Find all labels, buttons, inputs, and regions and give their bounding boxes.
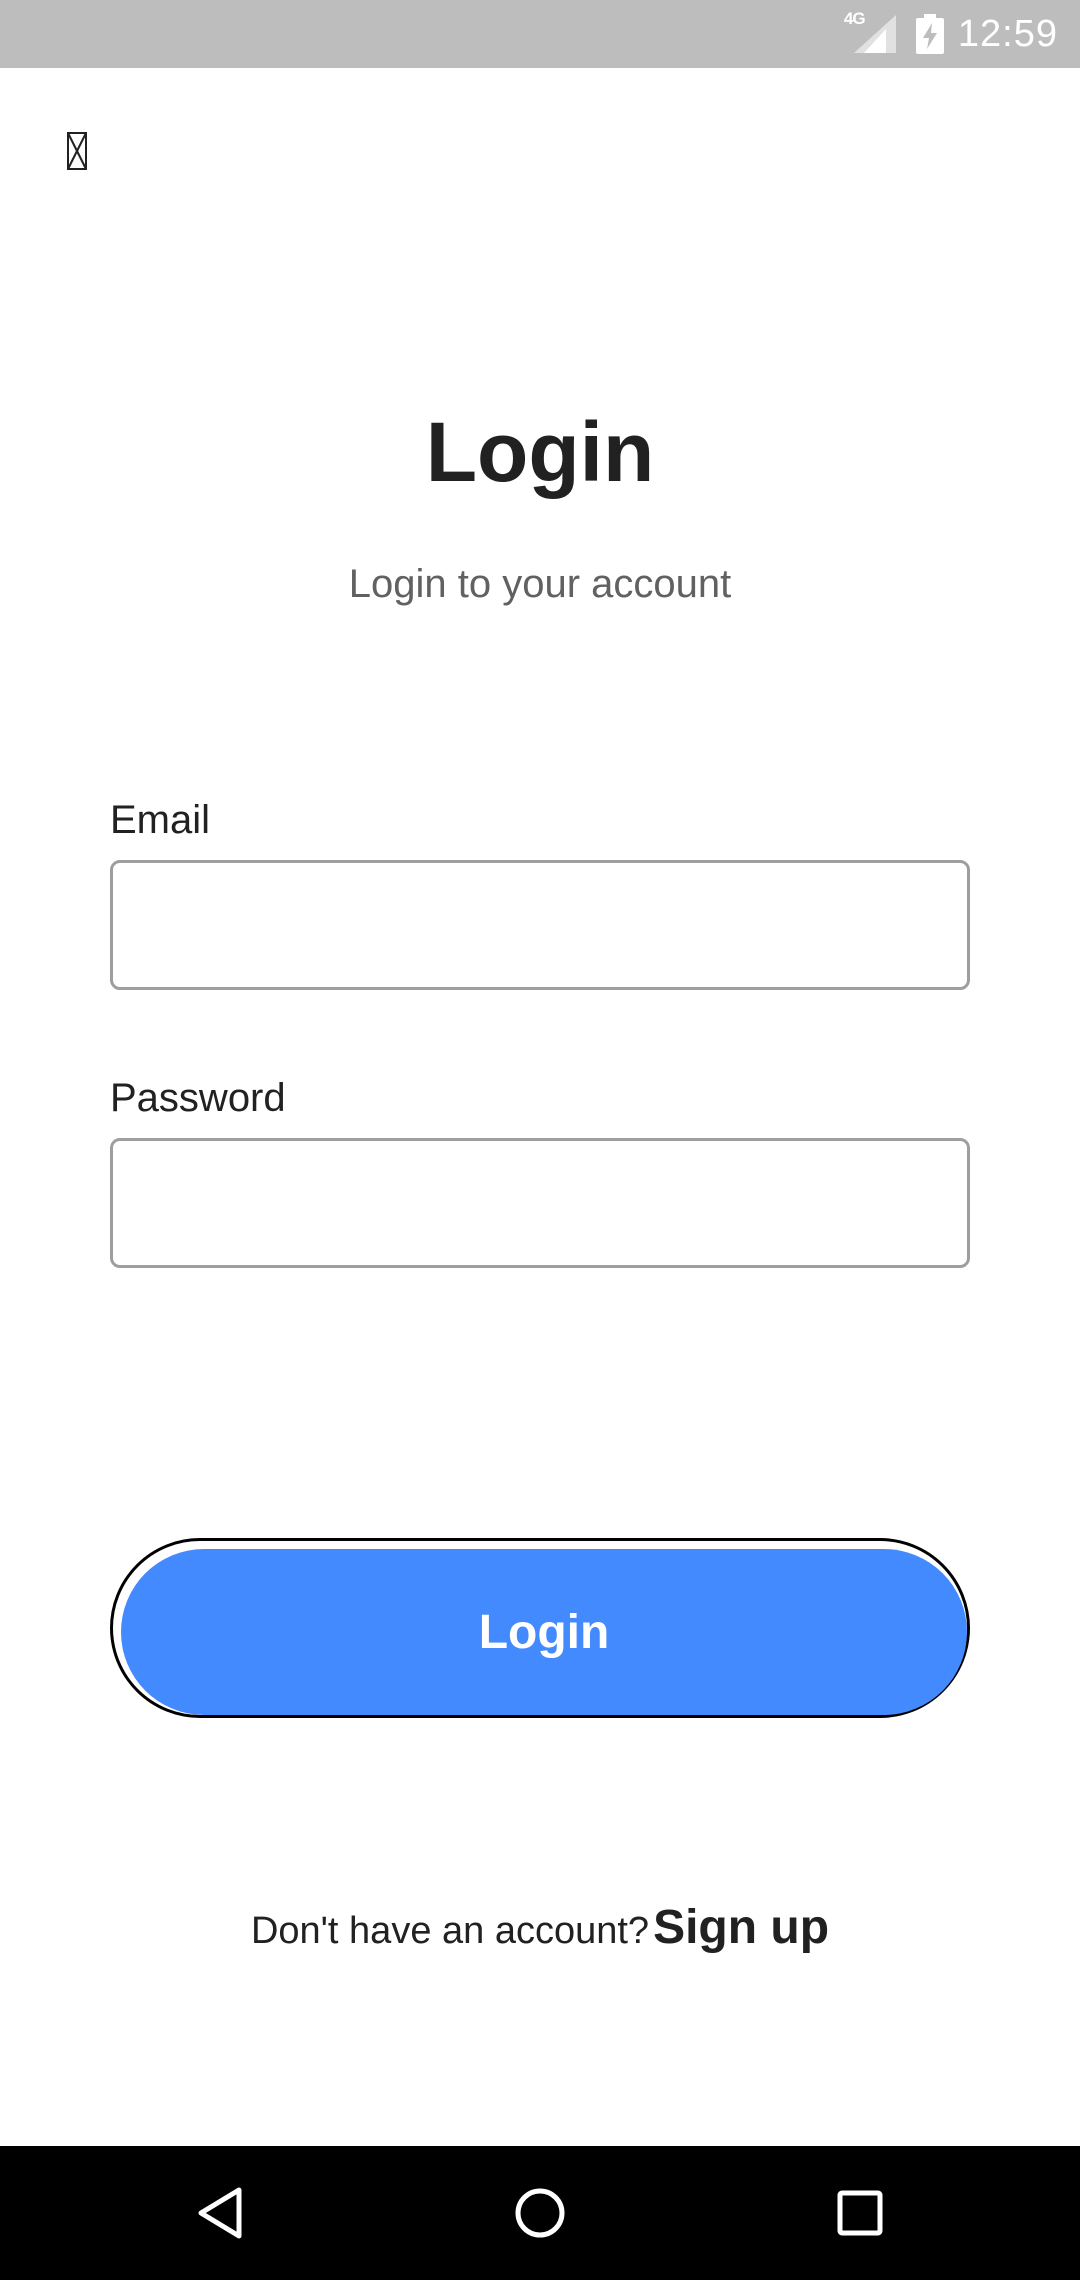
close-icon [67,132,87,170]
battery-charging-icon [915,14,944,54]
recents-icon [837,2190,883,2236]
navigation-bar [0,2146,1080,2280]
recents-button[interactable] [780,2146,940,2280]
login-button-label: Login [478,1605,610,1659]
login-button-fill[interactable]: Login [121,1549,967,1715]
close-button[interactable] [52,118,102,184]
password-label: Password [110,1076,286,1120]
signup-link[interactable]: Sign up [653,1900,829,1955]
page-subtitle: Login to your account [348,562,732,606]
password-field[interactable] [110,1138,970,1268]
back-button[interactable] [140,2146,300,2280]
signup-prompt: Don't have an account? [250,1910,650,1952]
status-icons: 4G 12:59 [844,0,1058,68]
signal-icon: 4G [844,9,902,59]
login-screen: 4G 12:59 Login Login to your account Ema… [0,0,1080,2280]
email-label: Email [110,798,211,842]
home-icon [515,2188,565,2238]
status-bar: 4G 12:59 [0,0,1080,68]
home-button[interactable] [460,2146,620,2280]
signup-row: Don't have an account? Sign up [0,1900,1080,1955]
email-field[interactable] [110,860,970,990]
status-time: 12:59 [957,12,1058,55]
login-button[interactable]: Login [110,1538,970,1718]
back-icon [198,2187,242,2239]
page-title: Login [425,405,655,499]
